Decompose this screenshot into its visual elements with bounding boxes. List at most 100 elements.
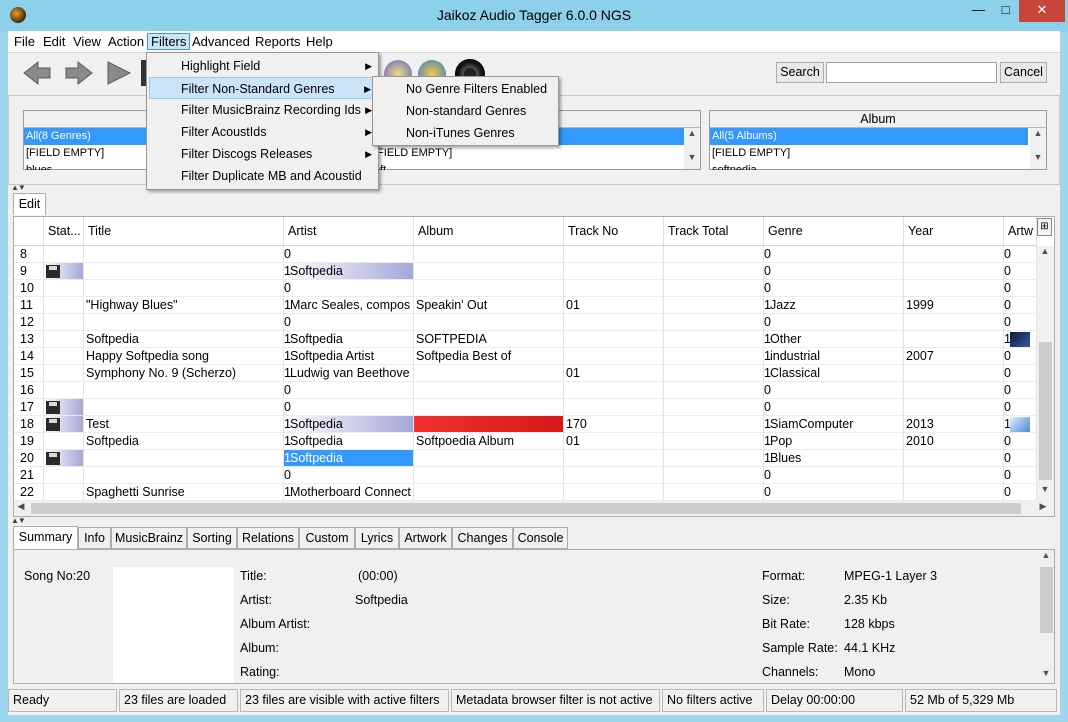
- artist-cell[interactable]: 0: [284, 246, 414, 263]
- artwork-cell[interactable]: 0: [1004, 399, 1037, 416]
- minimize-icon[interactable]: —: [965, 0, 992, 22]
- track-total-cell[interactable]: [664, 280, 764, 297]
- genre-cell[interactable]: 0: [764, 280, 904, 297]
- status-cell[interactable]: [44, 484, 84, 501]
- column-header[interactable]: Genre: [764, 217, 904, 246]
- genre-cell[interactable]: 1Other: [764, 331, 904, 348]
- back-arrow-icon[interactable]: [22, 60, 52, 86]
- column-header[interactable]: Track No: [564, 217, 664, 246]
- grid-horizontal-scrollbar[interactable]: ◀ ▶: [14, 501, 1054, 516]
- track-no-cell[interactable]: [564, 263, 664, 280]
- year-cell[interactable]: [904, 246, 1004, 263]
- artwork-cell[interactable]: 1: [1004, 331, 1037, 348]
- album-cell[interactable]: [414, 365, 564, 382]
- grid-vertical-thumb[interactable]: [1039, 342, 1052, 480]
- genre-facet-item[interactable]: blues: [24, 162, 147, 170]
- track-total-cell[interactable]: [664, 450, 764, 467]
- album-cell[interactable]: SOFTPEDIA: [414, 331, 564, 348]
- artist-cell[interactable]: 1Softpedia: [284, 416, 414, 433]
- album-cell[interactable]: [414, 246, 564, 263]
- artist-facet-item[interactable]: oft: [372, 162, 700, 170]
- artwork-cell[interactable]: 0: [1004, 433, 1037, 450]
- scroll-up-icon[interactable]: ▲: [1037, 246, 1053, 256]
- column-header[interactable]: Album: [414, 217, 564, 246]
- year-cell[interactable]: [904, 382, 1004, 399]
- track-no-cell[interactable]: [564, 484, 664, 501]
- scroll-down-icon[interactable]: ▼: [1038, 668, 1054, 678]
- artist-cell[interactable]: 1Softpedia Artist: [284, 348, 414, 365]
- status-cell[interactable]: [44, 348, 84, 365]
- tab-relations[interactable]: Relations: [237, 527, 299, 549]
- bottom-splitter[interactable]: ▲▼: [8, 516, 1060, 525]
- artwork-cell[interactable]: 0: [1004, 365, 1037, 382]
- tab-lyrics[interactable]: Lyrics: [355, 527, 399, 549]
- artist-cell[interactable]: 1Softpedia: [284, 263, 414, 280]
- artwork-cell[interactable]: 0: [1004, 263, 1037, 280]
- track-total-cell[interactable]: [664, 314, 764, 331]
- album-cell[interactable]: Softpedia Best of: [414, 348, 564, 365]
- menu-advanced[interactable]: Advanced: [189, 34, 253, 51]
- summary-scrollbar[interactable]: ▲ ▼: [1038, 550, 1054, 683]
- status-cell[interactable]: [44, 280, 84, 297]
- tab-summary[interactable]: Summary: [13, 526, 78, 549]
- album-cell[interactable]: [414, 399, 564, 416]
- track-no-cell[interactable]: 01: [564, 297, 664, 314]
- tab-info[interactable]: Info: [78, 527, 111, 549]
- status-cell[interactable]: [44, 263, 84, 280]
- artwork-cell[interactable]: 1: [1004, 416, 1037, 433]
- artist-cell[interactable]: 1Marc Seales, compos: [284, 297, 414, 314]
- column-chooser-icon[interactable]: ⊞: [1037, 218, 1052, 236]
- play-icon[interactable]: [104, 60, 134, 86]
- year-cell[interactable]: 2007: [904, 348, 1004, 365]
- title-cell[interactable]: [84, 450, 284, 467]
- status-cell[interactable]: [44, 297, 84, 314]
- status-cell[interactable]: [44, 467, 84, 484]
- genre-cell[interactable]: 0: [764, 263, 904, 280]
- menu-filters[interactable]: Filters: [147, 33, 191, 50]
- genre-cell[interactable]: 0: [764, 467, 904, 484]
- menu-view[interactable]: View: [70, 34, 104, 51]
- close-icon[interactable]: ✕: [1019, 0, 1065, 22]
- genre-cell[interactable]: 0: [764, 382, 904, 399]
- tab-changes[interactable]: Changes: [452, 527, 513, 549]
- track-no-cell[interactable]: [564, 450, 664, 467]
- year-cell[interactable]: [904, 399, 1004, 416]
- search-button[interactable]: Search: [776, 62, 824, 83]
- menu-item-filter-non-standard-genres[interactable]: Filter Non-Standard Genres ▶: [149, 77, 376, 99]
- menu-item-no-genre-filters[interactable]: No Genre Filters Enabled: [375, 78, 556, 100]
- year-cell[interactable]: 2010: [904, 433, 1004, 450]
- album-facet-item[interactable]: All(5 Albums): [710, 128, 1028, 145]
- year-cell[interactable]: [904, 467, 1004, 484]
- scroll-right-icon[interactable]: ▶: [1036, 501, 1050, 512]
- menu-item-non-itunes-genres[interactable]: Non-iTunes Genres: [375, 122, 556, 144]
- tab-artwork[interactable]: Artwork: [399, 527, 452, 549]
- genre-cell[interactable]: 0: [764, 246, 904, 263]
- artist-cell[interactable]: 0: [284, 280, 414, 297]
- title-cell[interactable]: [84, 280, 284, 297]
- title-cell[interactable]: Test: [84, 416, 284, 433]
- maximize-icon[interactable]: □: [992, 0, 1019, 22]
- year-cell[interactable]: [904, 280, 1004, 297]
- status-cell[interactable]: [44, 450, 84, 467]
- scroll-up-icon[interactable]: ▲: [684, 128, 700, 138]
- album-cell[interactable]: [414, 263, 564, 280]
- track-total-cell[interactable]: [664, 348, 764, 365]
- cancel-button[interactable]: Cancel: [1000, 62, 1047, 83]
- tab-sorting[interactable]: Sorting: [187, 527, 237, 549]
- genre-cell[interactable]: 1Pop: [764, 433, 904, 450]
- menu-item-filter-musicbrainz-ids[interactable]: Filter MusicBrainz Recording Ids ▶: [149, 99, 376, 121]
- track-total-cell[interactable]: [664, 416, 764, 433]
- title-cell[interactable]: Spaghetti Sunrise: [84, 484, 284, 501]
- menu-item-non-standard-genres[interactable]: Non-standard Genres: [375, 100, 556, 122]
- status-cell[interactable]: [44, 433, 84, 450]
- summary-scroll-thumb[interactable]: [1040, 567, 1053, 633]
- track-no-cell[interactable]: [564, 382, 664, 399]
- forward-arrow-icon[interactable]: [64, 60, 94, 86]
- album-cell[interactable]: [414, 314, 564, 331]
- menu-item-filter-acoustids[interactable]: Filter AcoustIds ▶: [149, 121, 376, 143]
- genre-cell[interactable]: 1SiamComputer: [764, 416, 904, 433]
- artwork-cell[interactable]: 0: [1004, 314, 1037, 331]
- genre-cell[interactable]: 1industrial: [764, 348, 904, 365]
- artwork-cell[interactable]: 0: [1004, 348, 1037, 365]
- year-cell[interactable]: [904, 314, 1004, 331]
